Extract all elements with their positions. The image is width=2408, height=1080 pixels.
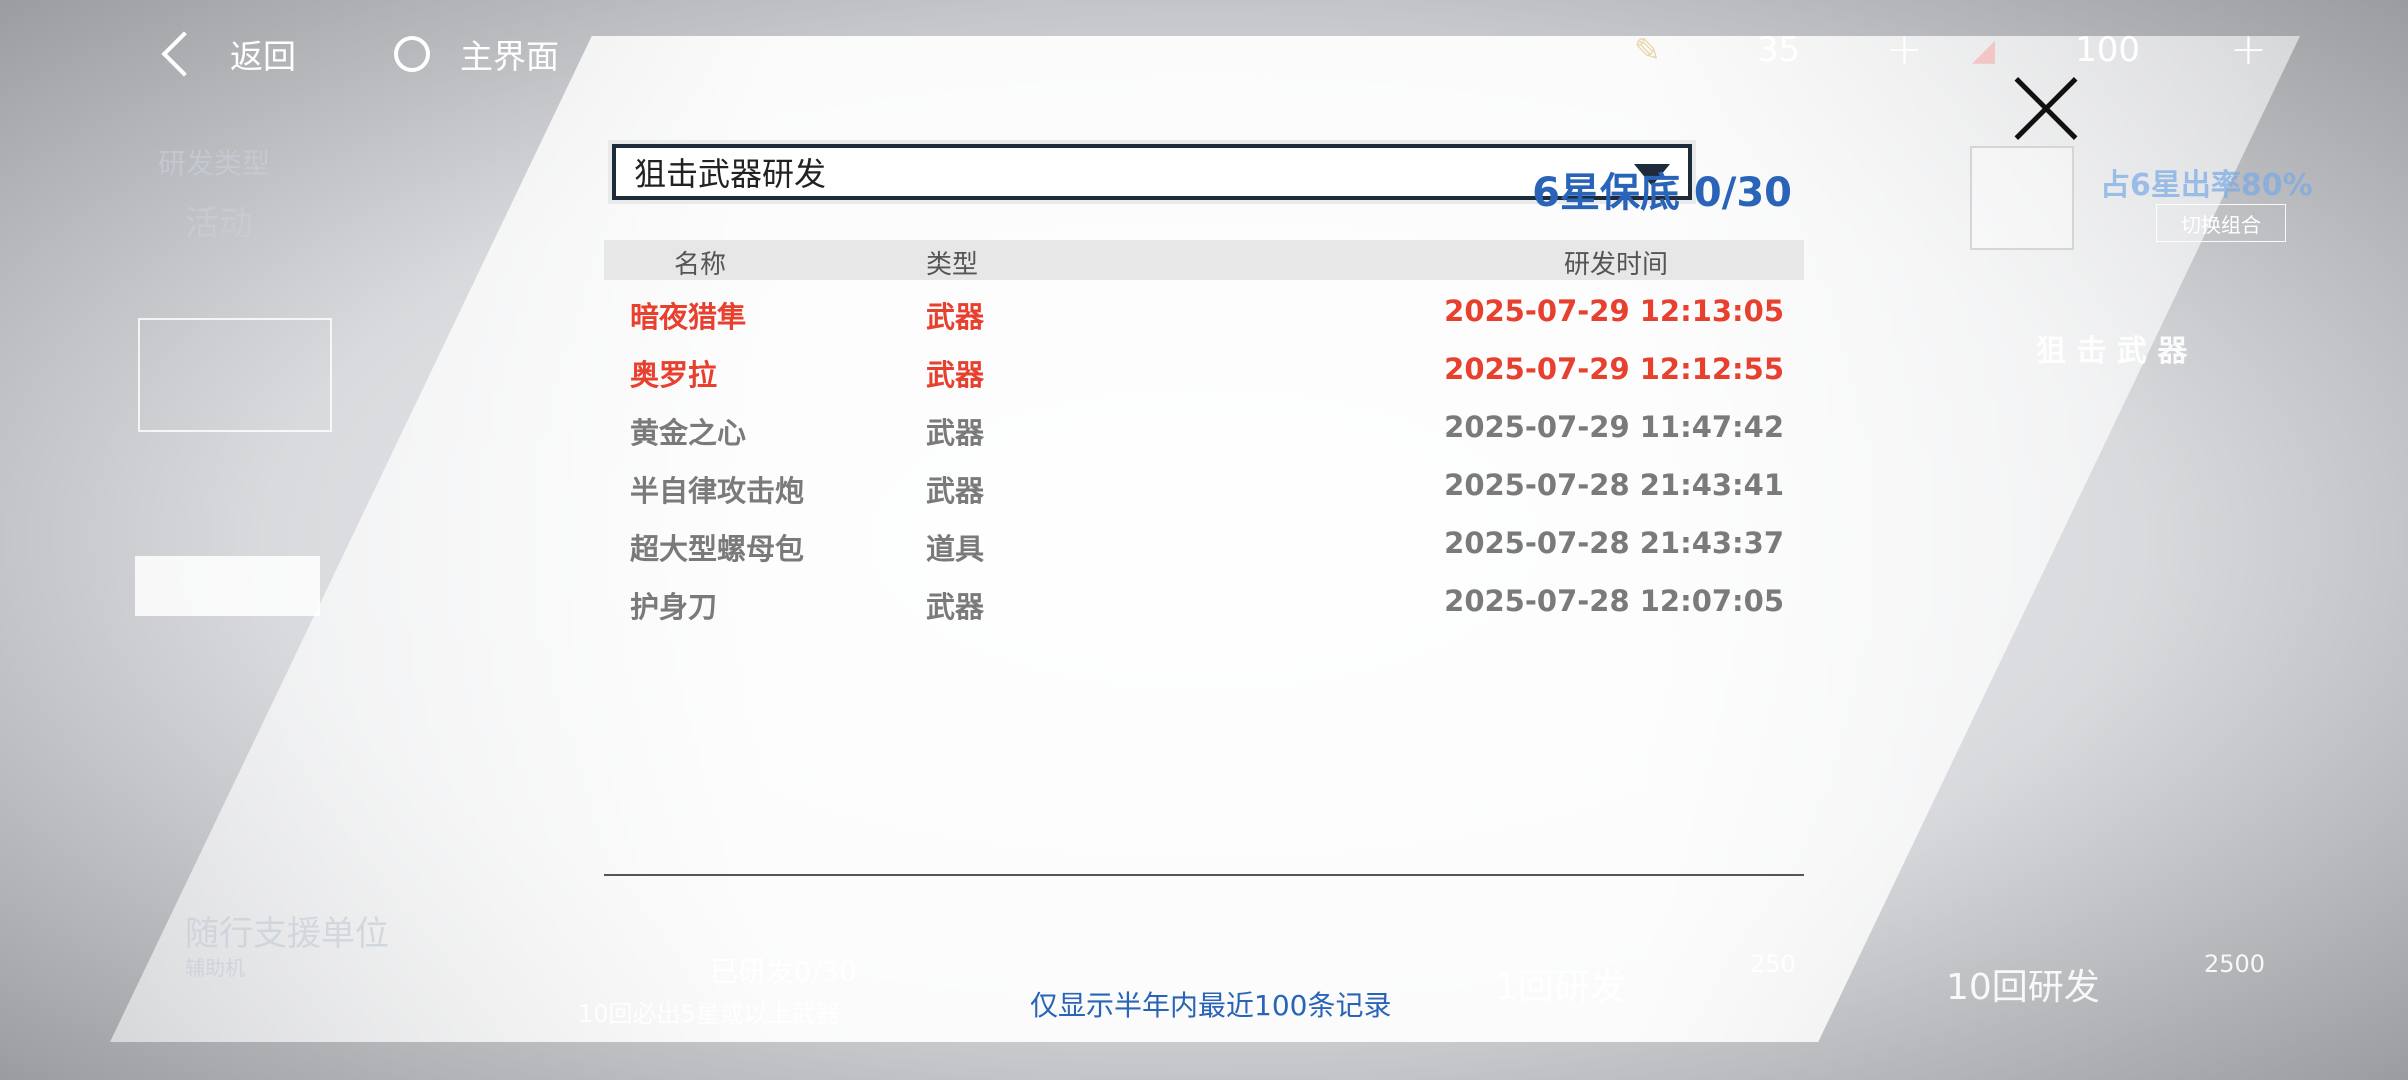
category-selected-frame[interactable]: [138, 318, 332, 432]
table-row: 超大型螺母包 道具 2025-07-28 21:43:37: [604, 512, 1804, 570]
row-name: 护身刀: [630, 590, 718, 624]
table-header: 名称 类型 研发时间: [604, 240, 1804, 280]
table-row: 暗夜猎隼 武器 2025-07-29 12:13:05: [604, 280, 1804, 338]
weapon-thumbnail: [1970, 146, 2074, 250]
switch-combo-label: 切换组合: [2181, 212, 2261, 237]
home-button[interactable]: 主界面: [394, 30, 559, 78]
table-body: 暗夜猎隼 武器 2025-07-29 12:13:05 奥罗拉 武器 2025-07-29…: [604, 280, 1804, 628]
row-name: 超大型螺母包: [630, 532, 805, 566]
divider: [604, 874, 1804, 876]
companion-sub: 辅助机: [185, 956, 245, 980]
row-name: 黄金之心: [630, 416, 747, 450]
single-pull-cost: 250: [1750, 950, 1796, 978]
back-label: 返回: [230, 37, 296, 76]
table-row: 奥罗拉 武器 2025-07-29 12:12:55: [604, 338, 1804, 396]
single-pull-label: 1回研发: [1495, 967, 1626, 1008]
switch-combo-button[interactable]: 切换组合: [2156, 204, 2286, 242]
pool-select-dropdown[interactable]: 狙击武器研发: [612, 144, 1692, 200]
col-type-header: 类型: [926, 250, 979, 280]
row-time: 2025-07-29 11:47:42: [1444, 410, 1784, 444]
resource-1-plus-button[interactable]: +: [1886, 24, 1923, 75]
weapon-word: 狙 击 武 器: [2036, 334, 2188, 369]
row-time: 2025-07-28 21:43:37: [1444, 526, 1784, 560]
row-type: 武器: [926, 590, 985, 624]
resource-2-value: 100: [2075, 30, 2140, 70]
table-row: 黄金之心 武器 2025-07-29 11:47:42: [604, 396, 1804, 454]
pity-counter: 6星保底 0/30: [1532, 170, 1792, 216]
ten-pull-cost: 2500: [2204, 950, 2266, 978]
category-tab-block[interactable]: [135, 556, 320, 616]
row-time: 2025-07-29 12:13:05: [1444, 294, 1784, 328]
record-limit-note: 仅显示半年内最近100条记录: [1030, 989, 1392, 1022]
row-name: 奥罗拉: [630, 358, 718, 392]
table-row: 半自律攻击炮 武器 2025-07-28 21:43:41: [604, 454, 1804, 512]
guarantee-text: 10回必出5星或以上武器: [578, 1000, 840, 1028]
pool-select-value: 狙击武器研发: [634, 155, 827, 193]
row-type: 武器: [926, 474, 985, 508]
history-dialog: 狙击武器研发 6星保底 0/30 名称 类型 研发时间 暗夜猎隼 武器 2025-0…: [592, 120, 1840, 880]
row-name: 暗夜猎隼: [630, 300, 747, 334]
row-time: 2025-07-28 12:07:05: [1444, 584, 1784, 618]
pencil-icon: ✎: [1634, 31, 1661, 69]
history-table: 名称 类型 研发时间 暗夜猎隼 武器 2025-07-29 12:13:05 奥罗拉武…: [604, 240, 1804, 628]
progress-text: 已研发0/30: [710, 955, 857, 988]
table-row: 护身刀 武器 2025-07-28 12:07:05: [604, 570, 1804, 628]
home-label: 主界面: [460, 37, 559, 76]
rate-text: 占6星出率80%: [2100, 168, 2313, 203]
ten-pull-label: 10回研发: [1946, 967, 2100, 1008]
row-time: 2025-07-28 21:43:41: [1444, 468, 1784, 502]
row-type: 武器: [926, 358, 985, 392]
row-type: 道具: [926, 532, 985, 566]
row-name: 半自律攻击炮: [630, 474, 805, 508]
ten-pull-button[interactable]: 10回研发 2500: [1886, 940, 2286, 1024]
single-pull-button[interactable]: 1回研发 250: [1420, 940, 1860, 1024]
category-label: 研发类型: [158, 147, 271, 180]
home-circle-icon: [394, 36, 430, 72]
back-arrow-icon: [161, 31, 207, 77]
col-time-header: 研发时间: [1564, 250, 1669, 280]
companion-tab[interactable]: 随行支援单位: [185, 906, 389, 955]
resource-1-value: 35: [1756, 30, 1801, 70]
resource-2: ◢ 100: [1972, 30, 2140, 70]
close-icon[interactable]: [2010, 72, 2082, 144]
activity-tab[interactable]: 活动: [185, 196, 253, 245]
ticket-icon: ◢: [1972, 32, 1996, 68]
col-name-header: 名称: [674, 250, 727, 280]
back-button[interactable]: 返回: [161, 30, 296, 78]
row-type: 武器: [926, 416, 985, 450]
row-type: 武器: [926, 300, 985, 334]
resource-2-plus-button[interactable]: +: [2230, 24, 2267, 75]
resource-1: ✎ 35: [1634, 30, 1800, 70]
row-time: 2025-07-29 12:12:55: [1444, 352, 1784, 386]
